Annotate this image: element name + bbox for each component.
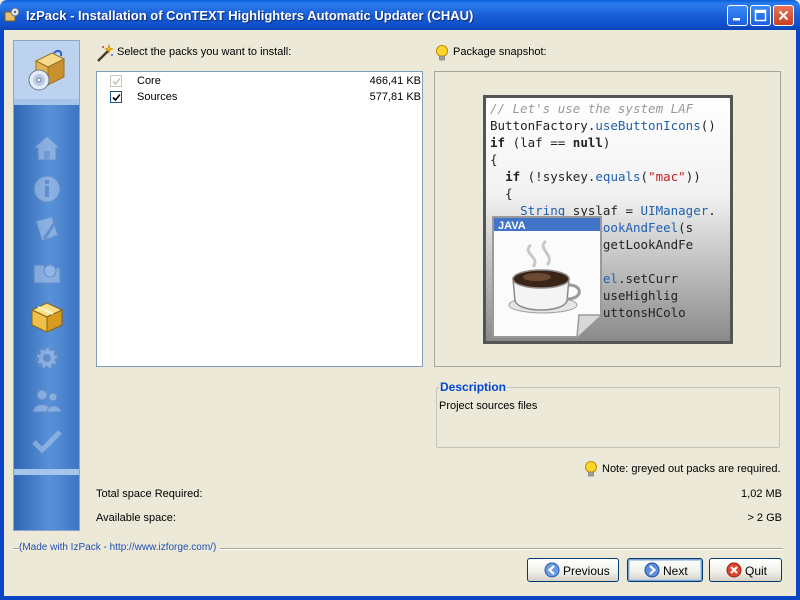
pack-name: Core [137,75,161,87]
core-checkbox[interactable] [110,75,122,87]
packs-list[interactable]: Core 466,41 KB Sources 577,81 KB [96,71,423,367]
app-icon [4,7,20,23]
sidebar-separator [14,99,79,105]
description-text: Project sources files [439,400,538,412]
window-title: IzPack - Installation of ConTEXT Highlig… [26,8,474,23]
code-line: if (!syskey.equals("mac")) [505,169,701,184]
next-button[interactable]: Next [627,558,703,582]
java-file-icon: JAVA [491,215,603,339]
previous-button[interactable]: Previous [527,558,619,582]
sidebar-header [14,41,79,99]
window-frame-left [0,30,4,600]
package-snapshot-image: // Let's use the system LAF ButtonFactor… [483,95,733,344]
users-icon [30,384,64,418]
arrow-right-icon [644,562,660,578]
available-space-value: > 2 GB [747,512,782,524]
lightbulb-icon [434,44,450,62]
pack-row-sources[interactable]: Sources 577,81 KB [97,89,422,105]
packages-icon [28,297,66,335]
java-label: JAVA [498,220,526,232]
magic-wand-icon [96,44,114,62]
required-packs-note: Note: greyed out packs are required. [602,463,781,475]
description-title: Description [439,380,508,394]
installer-logo-icon [28,47,66,93]
pack-size: 577,81 KB [369,91,421,103]
code-line: // Let's use the system LAF [490,101,694,116]
installer-step-sidebar [13,40,80,531]
pack-name: Sources [137,91,178,103]
info-icon [30,172,64,206]
previous-label: Previous [563,564,610,578]
snapshot-heading: Package snapshot: [453,46,547,58]
packs-heading: Select the packs you want to install: [117,46,292,58]
sources-checkbox[interactable] [110,91,122,103]
maximize-button[interactable] [750,5,771,26]
total-space-label: Total space Required: [96,488,203,500]
arrow-left-icon [544,562,560,578]
code-line: ButtonFactory.useButtonIcons() [490,118,716,133]
made-with-izpack-link[interactable]: (Made with IzPack - http://www.izforge.c… [19,542,221,553]
license-icon [30,213,64,247]
title-bar[interactable]: IzPack - Installation of ConTEXT Highlig… [0,0,800,30]
note-lightbulb-icon [583,460,599,478]
package-snapshot-panel: // Let's use the system LAF ButtonFactor… [434,71,781,367]
next-label: Next [663,564,688,578]
home-icon [30,131,64,165]
checkmark-icon [30,424,64,458]
window-frame-right [796,30,800,600]
stop-icon [726,562,742,578]
sidebar-separator [14,469,79,475]
code-line: if (laf == null) [490,135,611,150]
window-frame-bottom [0,596,800,600]
code-line: { [490,186,513,201]
gear-icon [30,341,64,375]
description-panel [436,387,780,448]
code-line: } [490,339,513,341]
code-line: { [490,152,498,167]
available-space-label: Available space: [96,512,176,524]
close-button[interactable] [773,5,794,26]
pack-size: 466,41 KB [369,75,421,87]
minimize-button[interactable] [727,5,748,26]
folder-icon [30,255,64,289]
pack-row-core[interactable]: Core 466,41 KB [97,73,422,89]
quit-label: Quit [745,564,768,578]
quit-button[interactable]: Quit [709,558,782,582]
total-space-value: 1,02 MB [741,488,782,500]
